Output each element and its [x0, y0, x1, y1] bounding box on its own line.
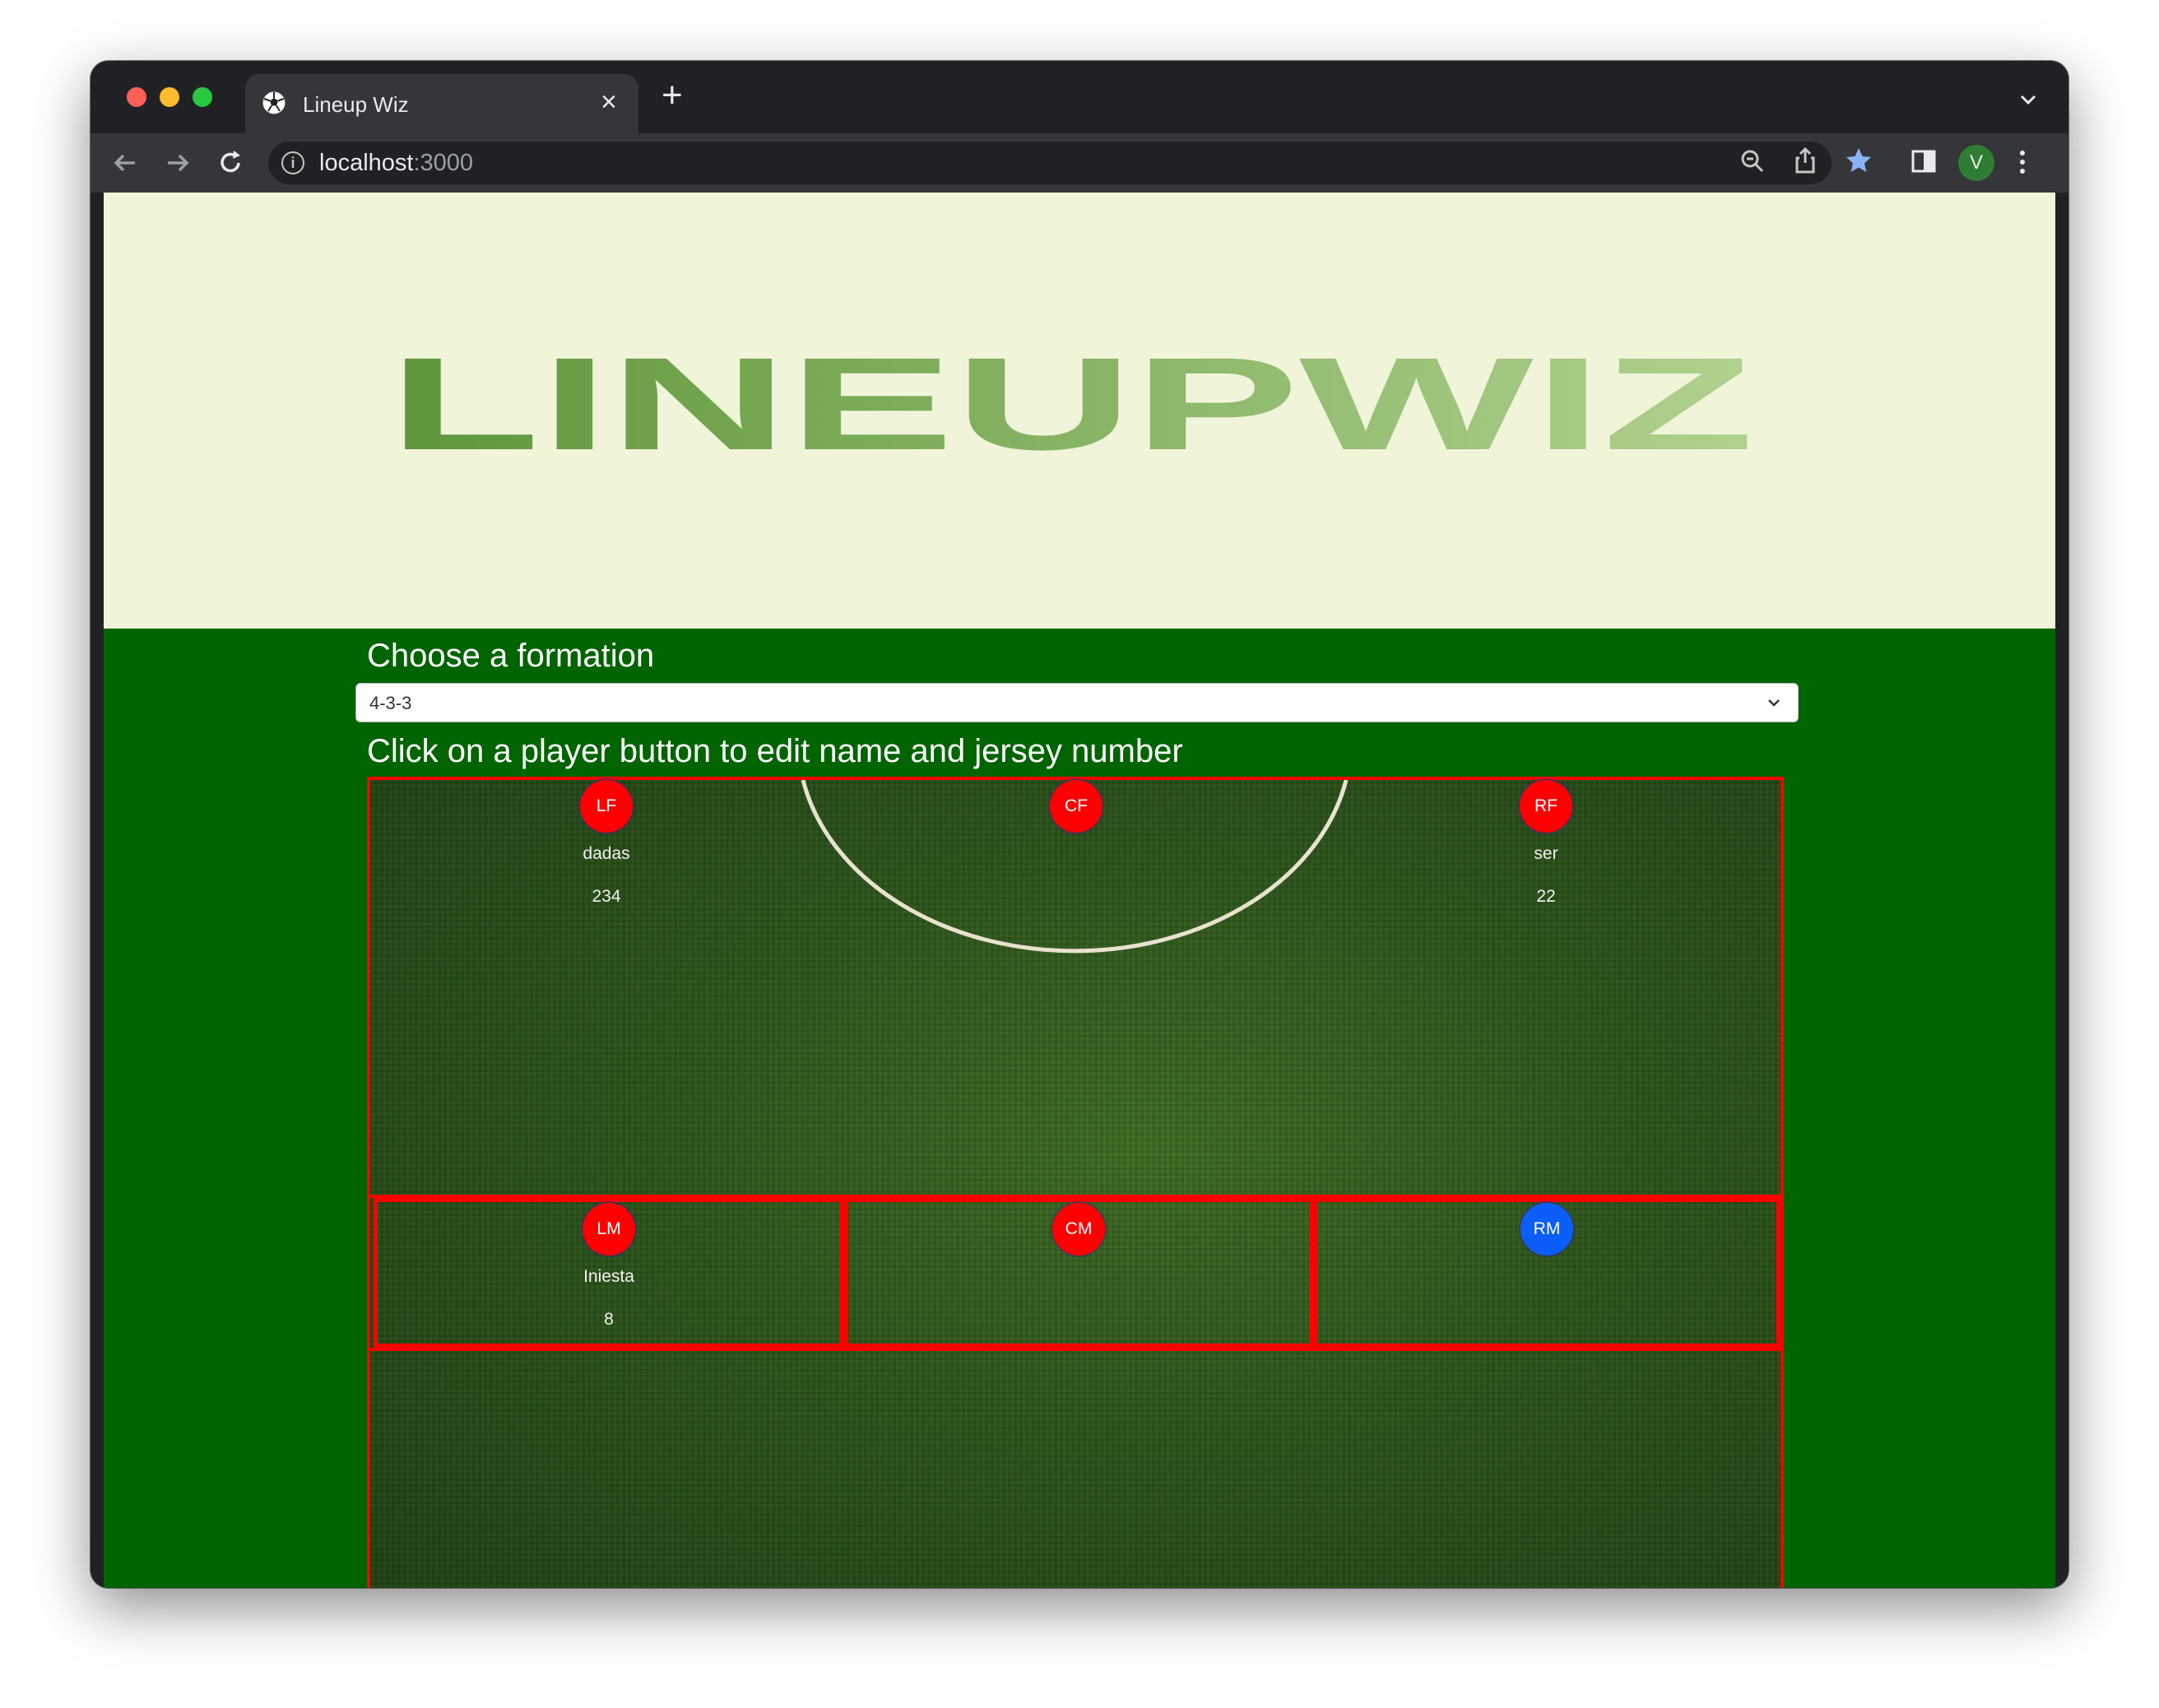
- close-tab-icon[interactable]: ×: [601, 87, 617, 117]
- defense-zone: [370, 1348, 1781, 1588]
- formation-select-value: 4-3-3: [369, 693, 412, 713]
- side-panel-icon[interactable]: [1911, 148, 1937, 174]
- player-name: ser: [1534, 844, 1558, 863]
- player-button-rm[interactable]: RM: [1521, 1203, 1573, 1255]
- formation-select[interactable]: 4-3-3: [355, 683, 1799, 722]
- url-text: localhost:3000: [319, 151, 473, 175]
- player-slot-lf: LF dadas 234: [524, 780, 689, 907]
- share-icon[interactable]: [1792, 146, 1818, 174]
- reload-icon[interactable]: [216, 148, 245, 178]
- lineupwiz-logo: LINEUPWIZ: [388, 330, 1754, 477]
- instructions-text: Click on a player button to edit name an…: [367, 733, 1183, 769]
- player-button-lf[interactable]: LF: [580, 780, 633, 833]
- app-page: LINEUPWIZ Choose a formation 4-3-3 Click…: [104, 193, 2055, 1588]
- player-name: dadas: [583, 844, 630, 863]
- player-button-lm[interactable]: LM: [583, 1203, 635, 1255]
- tab-title: Lineup Wiz: [303, 92, 409, 117]
- soccer-field: LF dadas 234 CF RF ser 22 LM Iniesta 8 C…: [367, 777, 1784, 1588]
- player-jersey-number: 22: [1536, 887, 1556, 906]
- url-host: localhost: [319, 150, 414, 176]
- profile-avatar[interactable]: V: [1958, 145, 1994, 181]
- player-button-cm[interactable]: CM: [1052, 1203, 1105, 1255]
- midfield-zone-right: RM: [1313, 1198, 1781, 1348]
- midfield-zone-center: CM: [844, 1198, 1313, 1348]
- bookmark-star-icon[interactable]: [1845, 146, 1873, 174]
- chevron-down-icon: [1768, 699, 1780, 707]
- site-info-icon[interactable]: i: [281, 151, 304, 174]
- back-arrow-icon[interactable]: [110, 148, 140, 178]
- player-button-rf[interactable]: RF: [1520, 780, 1572, 833]
- choose-formation-label: Choose a formation: [367, 638, 655, 674]
- new-tab-icon[interactable]: +: [662, 77, 683, 114]
- browser-window: Lineup Wiz × + i localhost:3000 V LINEUP…: [91, 61, 2068, 1588]
- player-button-cf[interactable]: CF: [1050, 780, 1103, 833]
- more-menu-icon[interactable]: [2016, 148, 2029, 176]
- header-banner: LINEUPWIZ: [104, 193, 2055, 629]
- midfield-zone-left: LM Iniesta 8: [374, 1198, 844, 1348]
- forwards-zone: LF dadas 234 CF RF ser 22: [370, 780, 1781, 1198]
- close-window-button[interactable]: [127, 87, 146, 107]
- tab-search-chevron-icon[interactable]: [2017, 89, 2039, 110]
- forward-arrow-icon[interactable]: [163, 148, 193, 178]
- url-port: :3000: [413, 150, 474, 176]
- player-jersey-number: 234: [592, 887, 621, 906]
- player-slot-cm: CM: [996, 1203, 1161, 1255]
- maximize-window-button[interactable]: [193, 87, 212, 107]
- player-slot-lm: LM Iniesta 8: [527, 1203, 691, 1330]
- browser-toolbar: i localhost:3000 V: [91, 133, 2068, 193]
- zoom-icon[interactable]: [1739, 148, 1766, 174]
- minimize-window-button[interactable]: [160, 87, 179, 107]
- player-jersey-number: 8: [604, 1310, 614, 1329]
- tab-strip: Lineup Wiz × +: [91, 61, 2068, 133]
- player-slot-rm: RM: [1465, 1203, 1629, 1255]
- player-slot-cf: CF: [994, 780, 1158, 833]
- soccer-ball-icon: [262, 91, 286, 114]
- player-name: Iniesta: [583, 1267, 634, 1286]
- player-slot-rf: RF ser 22: [1464, 780, 1628, 907]
- address-bar[interactable]: i localhost:3000: [268, 142, 1832, 184]
- logo-text: LINEUPWIZ: [388, 330, 1754, 477]
- tab-lineup-wiz[interactable]: Lineup Wiz ×: [245, 74, 638, 133]
